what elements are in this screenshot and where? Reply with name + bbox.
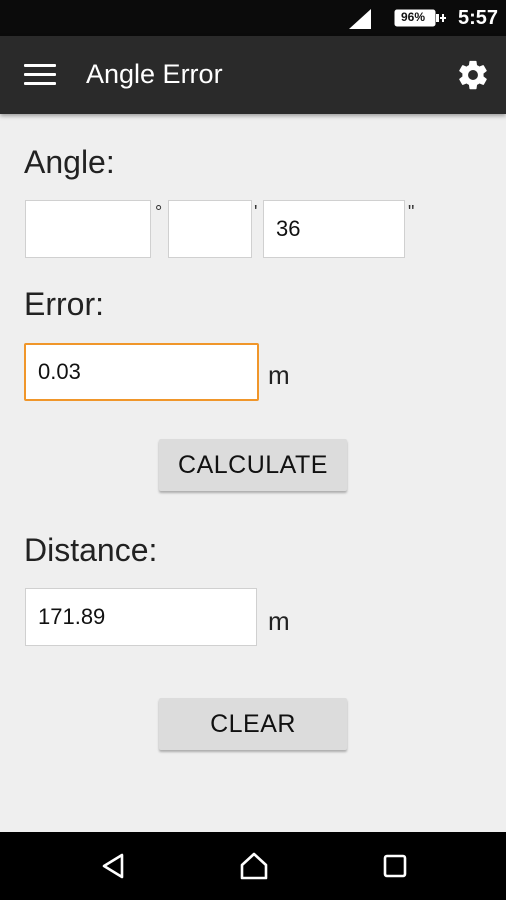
navigation-bar [0,832,506,900]
app-title: Angle Error [86,59,223,89]
signal-icon [349,9,371,29]
gear-icon[interactable] [456,58,490,92]
battery-percent: 96% [400,10,426,24]
status-bar: 96% 5:57 [0,0,506,36]
minute-symbol: ' [254,202,258,222]
back-icon[interactable] [100,852,128,880]
angle-label: Angle: [24,144,115,180]
seconds-input[interactable] [263,200,405,258]
degrees-input[interactable] [25,200,151,258]
error-input[interactable] [24,343,259,401]
second-symbol: " [408,202,415,222]
distance-output[interactable] [25,588,257,646]
error-label: Error: [24,286,104,322]
clear-button[interactable]: CLEAR [159,698,347,750]
degree-symbol: ° [155,202,163,222]
home-icon[interactable] [238,850,270,882]
minutes-input[interactable] [168,200,252,258]
calculate-button[interactable]: CALCULATE [159,439,347,491]
error-unit: m [268,360,290,390]
distance-label: Distance: [24,532,158,568]
menu-icon[interactable] [24,64,56,86]
app-bar: Angle Error [0,36,506,114]
distance-unit: m [268,606,290,636]
status-time: 5:57 [458,7,499,29]
recent-apps-icon[interactable] [381,852,409,880]
